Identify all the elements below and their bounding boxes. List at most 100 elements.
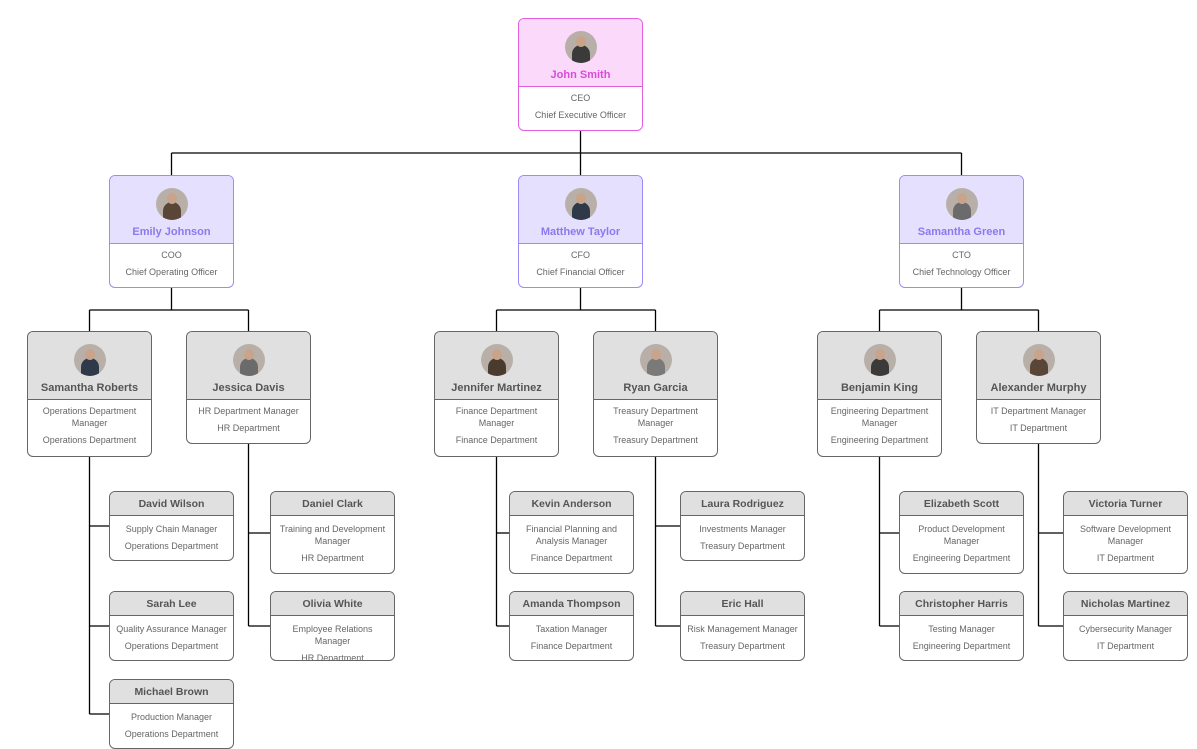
manager-card[interactable]: Jessica Davis HR Department Manager HR Dep… — [186, 331, 311, 444]
department: Finance Department — [455, 435, 538, 445]
person-name: Michael Brown — [134, 685, 209, 698]
card-header: Victoria Turner — [1064, 492, 1187, 516]
card-header: Elizabeth Scott — [900, 492, 1023, 516]
card-details: Operations Department Manager Operations … — [28, 400, 151, 451]
card-header: Samantha Green — [900, 176, 1023, 244]
person-name: David Wilson — [138, 497, 205, 510]
job-title: Taxation Manager — [535, 624, 608, 634]
person-body-icon — [162, 202, 181, 220]
job-title: Finance Department Manager — [455, 406, 538, 428]
person-face-icon — [243, 349, 254, 360]
card-details: Production Manager Operations Department — [110, 704, 233, 745]
card-details: Taxation Manager Finance Department — [510, 616, 633, 657]
card-header: Michael Brown — [110, 680, 233, 704]
person-body-icon — [571, 202, 590, 220]
job-title: Operations Department Manager — [42, 406, 137, 428]
card-header: Amanda Thompson — [510, 592, 633, 616]
manager-card[interactable]: Ryan Garcia Treasury Department Manager Tr… — [593, 331, 718, 457]
staff-card[interactable]: Laura Rodriguez Investments Manager Treasu… — [680, 491, 805, 561]
person-face-icon — [956, 193, 967, 204]
person-name: Jessica Davis — [212, 382, 285, 394]
department: Treasury Department — [613, 435, 698, 445]
person-face-icon — [575, 193, 586, 204]
avatar-photo-icon — [155, 188, 188, 220]
person-face-icon — [84, 349, 95, 360]
staff-card[interactable]: Victoria Turner Software Development Mana… — [1063, 491, 1188, 574]
job-title: Cybersecurity Manager — [1078, 624, 1173, 634]
department: Finance Department — [530, 641, 613, 651]
role-description: Chief Financial Officer — [536, 267, 625, 277]
manager-card[interactable]: Jennifer Martinez Finance Department Mana… — [434, 331, 559, 457]
manager-card[interactable]: Alexander Murphy IT Department Manager IT … — [976, 331, 1101, 444]
person-name: Sarah Lee — [146, 597, 197, 610]
department: Operations Department — [124, 729, 219, 739]
job-title: Testing Manager — [928, 624, 995, 634]
card-details: Investments Manager Treasury Department — [681, 516, 804, 557]
department: Finance Department — [530, 553, 613, 563]
person-name: Jennifer Martinez — [451, 382, 542, 394]
person-body-icon — [239, 358, 258, 376]
person-name: Samantha Roberts — [40, 382, 139, 394]
job-title: Employee Relations Manager — [292, 624, 373, 646]
card-header: Alexander Murphy — [977, 332, 1100, 400]
card-details: HR Department Manager HR Department — [187, 400, 310, 439]
card-header: Olivia White — [271, 592, 394, 616]
person-face-icon — [650, 349, 661, 360]
card-header: Jennifer Martinez — [435, 332, 558, 400]
executive-card[interactable]: Samantha Green CTO Chief Technology Office… — [899, 175, 1024, 288]
department: HR Department — [217, 423, 280, 433]
staff-card[interactable]: Christopher Harris Testing Manager Enginee… — [899, 591, 1024, 661]
staff-card[interactable]: Olivia White Employee Relations Manager HR… — [270, 591, 395, 661]
department: Treasury Department — [700, 541, 785, 551]
person-name: Elizabeth Scott — [923, 497, 1000, 510]
staff-card[interactable]: Daniel Clark Training and Development Man… — [270, 491, 395, 574]
person-name: Nicholas Martinez — [1080, 597, 1171, 610]
person-face-icon — [166, 193, 177, 204]
person-name: Amanda Thompson — [522, 597, 621, 610]
staff-card[interactable]: Amanda Thompson Taxation Manager Finance D… — [509, 591, 634, 661]
department: IT Department — [1009, 423, 1068, 433]
card-details: Supply Chain Manager Operations Departmen… — [110, 516, 233, 557]
avatar-photo-icon — [480, 344, 513, 376]
staff-card[interactable]: Kevin Anderson Financial Planning and Ana… — [509, 491, 634, 574]
card-details: Quality Assurance Manager Operations Depa… — [110, 616, 233, 657]
person-name: Samantha Green — [917, 226, 1006, 238]
job-title: Investments Manager — [699, 524, 786, 534]
card-header: Jessica Davis — [187, 332, 310, 400]
card-details: Engineering Department Manager Engineerin… — [818, 400, 941, 451]
person-name: Kevin Anderson — [531, 497, 612, 510]
person-name: Ryan Garcia — [623, 382, 688, 394]
ceo-card[interactable]: John Smith CEO Chief Executive Officer — [518, 18, 643, 131]
avatar-photo-icon — [945, 188, 978, 220]
executive-card[interactable]: Matthew Taylor CFO Chief Financial Officer — [518, 175, 643, 288]
staff-card[interactable]: Michael Brown Production Manager Operation… — [109, 679, 234, 749]
card-details: Risk Management Manager Treasury Departme… — [681, 616, 804, 657]
manager-card[interactable]: Benjamin King Engineering Department Mana… — [817, 331, 942, 457]
staff-card[interactable]: David Wilson Supply Chain Manager Operatio… — [109, 491, 234, 561]
card-header: Benjamin King — [818, 332, 941, 400]
executive-card[interactable]: Emily Johnson COO Chief Operating Officer — [109, 175, 234, 288]
staff-card[interactable]: Nicholas Martinez Cybersecurity Manager IT… — [1063, 591, 1188, 661]
department: HR Department — [301, 653, 364, 661]
avatar-photo-icon — [564, 31, 597, 63]
card-details: Finance Department Manager Finance Depart… — [435, 400, 558, 451]
department: IT Department — [1096, 641, 1155, 651]
card-details: Employee Relations Manager HR Department — [271, 616, 394, 661]
manager-card[interactable]: Samantha Roberts Operations Department Ma… — [27, 331, 152, 457]
person-name: Victoria Turner — [1088, 497, 1163, 510]
card-header: Matthew Taylor — [519, 176, 642, 244]
person-name: John Smith — [550, 69, 611, 81]
role-description: Chief Executive Officer — [534, 110, 627, 120]
staff-card[interactable]: Sarah Lee Quality Assurance Manager Operat… — [109, 591, 234, 661]
card-details: CTO Chief Technology Officer — [900, 244, 1023, 283]
department: Treasury Department — [700, 641, 785, 651]
person-body-icon — [487, 358, 506, 376]
staff-card[interactable]: Eric Hall Risk Management Manager Treasury… — [680, 591, 805, 661]
avatar-photo-icon — [232, 344, 265, 376]
card-details: Treasury Department Manager Treasury Depa… — [594, 400, 717, 451]
staff-card[interactable]: Elizabeth Scott Product Development Manag… — [899, 491, 1024, 574]
card-details: IT Department Manager IT Department — [977, 400, 1100, 439]
card-details: CEO Chief Executive Officer — [519, 87, 642, 126]
person-name: Benjamin King — [840, 382, 918, 394]
person-body-icon — [952, 202, 971, 220]
